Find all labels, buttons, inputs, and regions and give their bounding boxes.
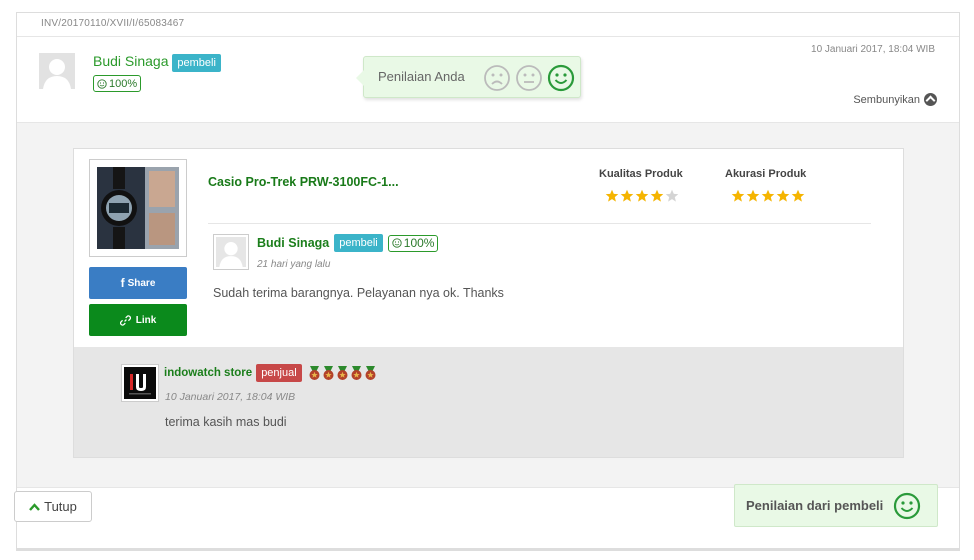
reviewer-score: 100%	[403, 236, 435, 250]
buyer-badge: pembeli	[172, 54, 221, 72]
buyer-score: 100%	[109, 77, 138, 90]
sad-face-icon[interactable]	[483, 64, 511, 92]
medal-icon	[365, 365, 376, 380]
divider	[17, 36, 959, 37]
buyer-name[interactable]: Budi Sinaga	[93, 53, 169, 69]
user-silhouette-icon	[39, 53, 75, 89]
buyer-avatar[interactable]	[39, 53, 75, 89]
smiley-icon	[392, 238, 402, 248]
chevron-up-circle-icon	[924, 93, 937, 106]
rating-prompt: Penilaian Anda	[356, 56, 581, 98]
share-label: Share	[127, 277, 156, 289]
product-photo	[97, 167, 179, 249]
product-review-box: f Share Link Casio Pro-Trek PRW-3100FC-1…	[73, 148, 904, 458]
star-filled-icon	[731, 189, 745, 202]
buyer-name-row: Budi Sinaga pembeli 100%	[93, 53, 221, 92]
review-time: 21 hari yang lalu	[257, 259, 331, 270]
invoice-id: INV/20170110/XVII/I/65083467	[41, 18, 185, 29]
smiley-icon	[97, 78, 107, 89]
share-button[interactable]: f Share	[89, 267, 187, 299]
review-body: f Share Link Casio Pro-Trek PRW-3100FC-1…	[17, 122, 959, 488]
accuracy-label: Akurasi Produk	[725, 168, 807, 180]
star-empty-icon	[665, 189, 679, 202]
divider	[208, 223, 871, 224]
close-label: Tutup	[44, 499, 77, 514]
reviewer-name-row: Budi Sinaga pembeli 100%	[257, 234, 439, 252]
seller-name-row: indowatch store penjual	[164, 364, 377, 382]
link-icon	[119, 314, 131, 326]
review-datetime: 10 Januari 2017, 18:04 WIB	[811, 44, 935, 55]
product-name[interactable]: Casio Pro-Trek PRW-3100FC-1...	[208, 175, 399, 189]
product-thumbnail[interactable]	[89, 159, 187, 257]
store-logo-icon	[124, 367, 156, 399]
reply-time: 10 Januari 2017, 18:04 WIB	[165, 391, 296, 403]
seller-reply: indowatch store penjual 10 Januari 2017,…	[74, 347, 903, 457]
seller-name[interactable]: indowatch store	[164, 367, 252, 379]
link-label: Link	[135, 314, 157, 326]
user-silhouette-icon	[216, 237, 246, 267]
rating-prompt-label: Penilaian Anda	[378, 69, 465, 84]
star-filled-icon	[746, 189, 760, 202]
star-filled-icon	[650, 189, 664, 202]
reviewer-name[interactable]: Budi Sinaga	[257, 236, 329, 250]
star-filled-icon	[776, 189, 790, 202]
medal-icon	[337, 365, 348, 380]
quality-label: Kualitas Produk	[599, 168, 683, 180]
buyer-rating-label: Penilaian dari pembeli	[746, 498, 884, 513]
reply-text: terima kasih mas budi	[165, 415, 287, 429]
accuracy-stars	[731, 189, 805, 203]
link-button[interactable]: Link	[89, 304, 187, 336]
star-filled-icon	[761, 189, 775, 202]
star-filled-icon	[791, 189, 805, 202]
star-filled-icon	[605, 189, 619, 202]
seller-logo[interactable]	[121, 364, 159, 402]
seller-badge: penjual	[256, 364, 302, 382]
hide-label: Sembunyikan	[853, 93, 920, 106]
star-filled-icon	[635, 189, 649, 202]
buyer-score-badge: 100%	[93, 75, 142, 92]
review-card: INV/20170110/XVII/I/65083467 Budi Sinaga…	[16, 12, 960, 550]
seller-medals	[308, 365, 377, 381]
neutral-face-icon[interactable]	[515, 64, 543, 92]
reviewer-score-badge: 100%	[387, 234, 439, 252]
medal-icon	[323, 365, 334, 380]
bottom-border	[16, 548, 960, 551]
reviewer-badge: pembeli	[334, 234, 383, 252]
quality-stars	[605, 189, 679, 203]
happy-face-icon	[894, 492, 921, 519]
review-text: Sudah terima barangnya. Pelayanan nya ok…	[213, 286, 504, 300]
chevron-up-icon	[29, 502, 41, 511]
close-button[interactable]: Tutup	[14, 491, 92, 522]
star-filled-icon	[620, 189, 634, 202]
reviewer-avatar[interactable]	[213, 234, 249, 270]
facebook-icon: f	[120, 276, 125, 290]
happy-face-icon[interactable]	[547, 64, 575, 92]
watch-photo-icon	[97, 167, 179, 249]
medal-icon	[351, 365, 362, 380]
buyer-rating-button[interactable]: Penilaian dari pembeli	[734, 484, 938, 527]
medal-icon	[309, 365, 320, 380]
hide-button[interactable]: Sembunyikan	[853, 93, 937, 106]
